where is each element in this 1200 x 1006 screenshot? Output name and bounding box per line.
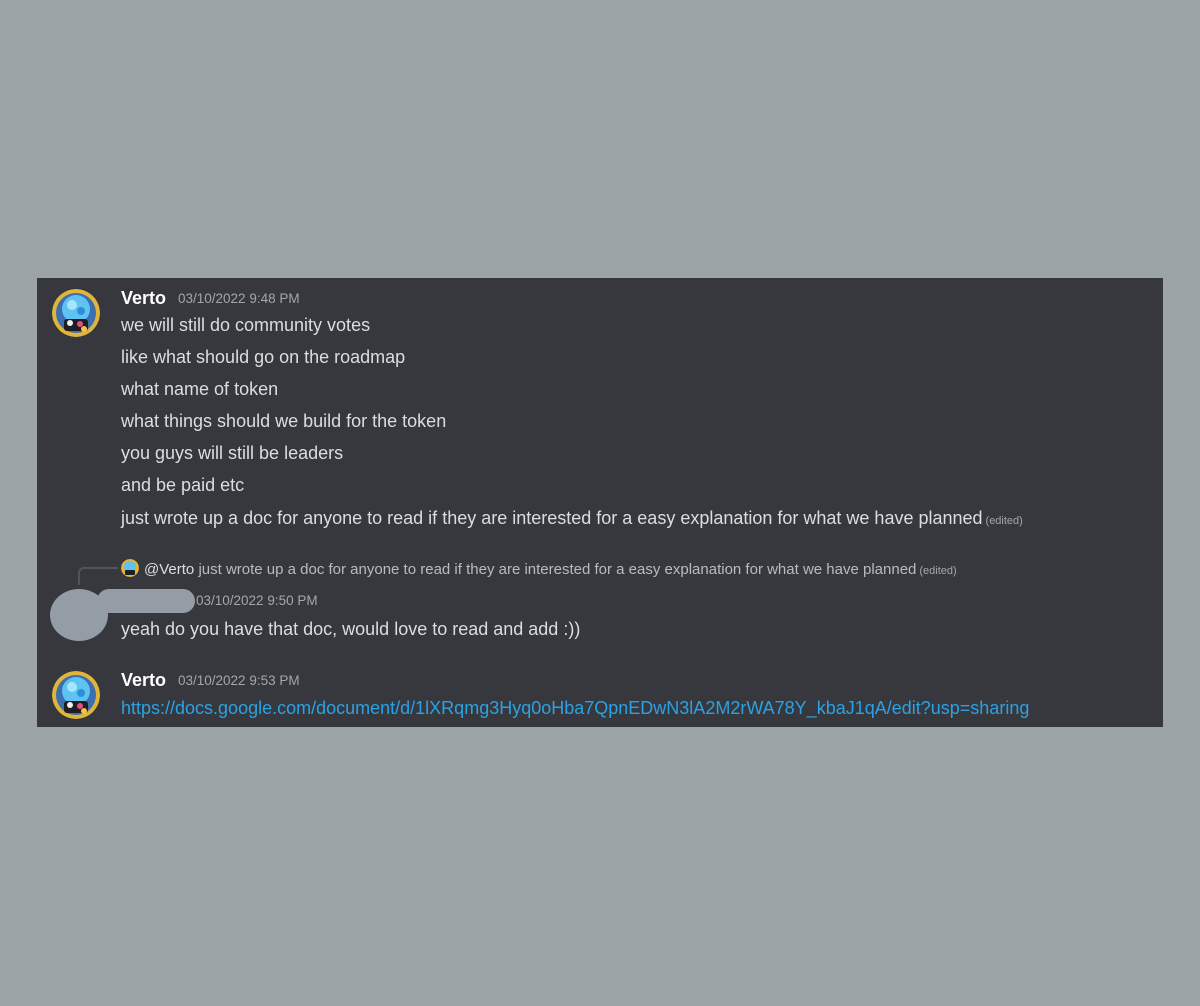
message-line: and be paid etc [121, 475, 245, 495]
verto-avatar-icon[interactable] [52, 671, 100, 719]
message-line: just wrote up a doc for anyone to read i… [121, 506, 1023, 533]
message-line: what things should we build for the toke… [121, 411, 447, 431]
message-line: you guys will still be leaders [121, 443, 344, 463]
message-timestamp: 03/10/2022 9:53 PM [178, 673, 300, 688]
verto-mini-avatar-icon [121, 559, 139, 577]
message-line: like what should go on the roadmap [121, 347, 406, 367]
message-timestamp: 03/10/2022 9:48 PM [178, 291, 300, 306]
message-timestamp: 03/10/2022 9:50 PM [196, 593, 318, 608]
edited-label: (edited) [919, 565, 957, 577]
message-line: we will still do community votes [121, 315, 371, 335]
doc-link[interactable]: https://docs.google.com/document/d/1lXRq… [121, 696, 1029, 720]
message-text: just wrote up a doc for anyone to read i… [121, 508, 983, 528]
message-author[interactable]: Verto [121, 669, 166, 691]
redacted-username [97, 589, 195, 613]
reply-author[interactable]: @Verto [144, 561, 194, 578]
message-line: yeah do you have that doc, would love to… [121, 619, 581, 639]
verto-avatar-icon[interactable] [52, 289, 100, 337]
reply-connector [78, 567, 118, 585]
message-line: what name of token [121, 379, 279, 399]
chat-panel: Verto 03/10/2022 9:48 PM we will still d… [37, 278, 1163, 727]
reply-text: just wrote up a doc for anyone to read i… [198, 561, 917, 578]
edited-label: (edited) [985, 515, 1023, 527]
message-author[interactable]: Verto [121, 287, 166, 309]
reply-preview[interactable]: @Verto just wrote up a doc for anyone to… [121, 558, 957, 583]
